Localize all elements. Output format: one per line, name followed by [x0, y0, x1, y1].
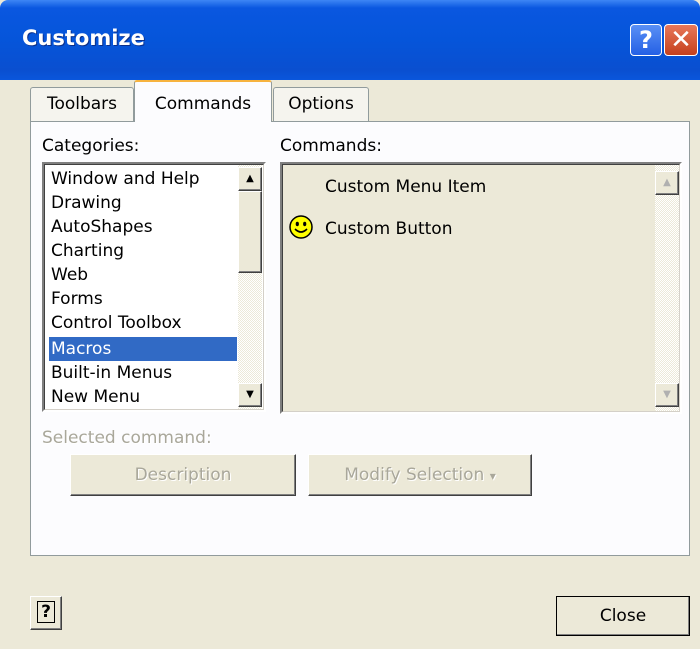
scroll-up-icon[interactable]: ▲ [238, 167, 262, 191]
commands-scrollbar-track[interactable] [655, 165, 679, 411]
command-custom-button[interactable]: Custom Button [325, 219, 452, 239]
selected-command-label: Selected command: [42, 428, 212, 448]
categories-scrollbar-thumb[interactable] [238, 191, 262, 273]
list-item[interactable]: New Menu [49, 385, 237, 409]
list-item[interactable]: Control Toolbox [49, 311, 237, 335]
smiley-icon [289, 215, 313, 239]
tab-commands-label: Commands [154, 94, 252, 114]
list-item[interactable]: Built-in Menus [49, 361, 237, 385]
help-title-button[interactable]: ? [630, 24, 662, 56]
categories-listbox[interactable]: Window and Help Drawing AutoShapes Chart… [42, 162, 266, 412]
tab-toolbars-label: Toolbars [46, 94, 118, 114]
scroll-down-icon[interactable]: ▼ [238, 383, 262, 407]
window-title: Customize [22, 26, 145, 50]
help-button[interactable]: ? [30, 596, 62, 630]
tab-toolbars[interactable]: Toolbars [30, 87, 134, 121]
list-item[interactable]: Charting [49, 239, 237, 263]
list-item-selected[interactable]: Macros [49, 337, 237, 361]
list-item[interactable]: AutoShapes [49, 215, 237, 239]
tab-commands[interactable]: Commands [134, 80, 272, 122]
close-window-button[interactable]: ✕ [664, 24, 698, 56]
tab-options-label: Options [288, 94, 354, 114]
list-item[interactable]: Web [49, 263, 237, 287]
command-custom-menu-item[interactable]: Custom Menu Item [325, 177, 486, 197]
commands-listbox[interactable]: Custom Menu Item Custom Button ▲ ▼ [280, 162, 682, 414]
modify-selection-label: Modify Selection [344, 465, 485, 485]
commands-label: Commands: [280, 136, 382, 156]
scroll-down-icon[interactable]: ▼ [655, 383, 679, 407]
modify-selection-button[interactable]: Modify Selection ▾ [308, 454, 532, 496]
close-button[interactable]: Close [556, 596, 690, 636]
categories-list-inner: Window and Help Drawing AutoShapes Chart… [44, 164, 264, 410]
commands-list-inner: Custom Menu Item Custom Button ▲ ▼ [282, 164, 680, 412]
tab-options[interactable]: Options [273, 87, 369, 121]
dropdown-arrow-icon: ▾ [489, 469, 496, 483]
list-item[interactable]: Drawing [49, 191, 237, 215]
categories-label: Categories: [42, 136, 140, 156]
help-icon: ? [37, 601, 55, 623]
list-item[interactable]: Forms [49, 287, 237, 311]
scroll-up-icon[interactable]: ▲ [655, 171, 679, 195]
description-button[interactable]: Description [70, 454, 296, 496]
list-item[interactable]: Window and Help [49, 167, 237, 191]
